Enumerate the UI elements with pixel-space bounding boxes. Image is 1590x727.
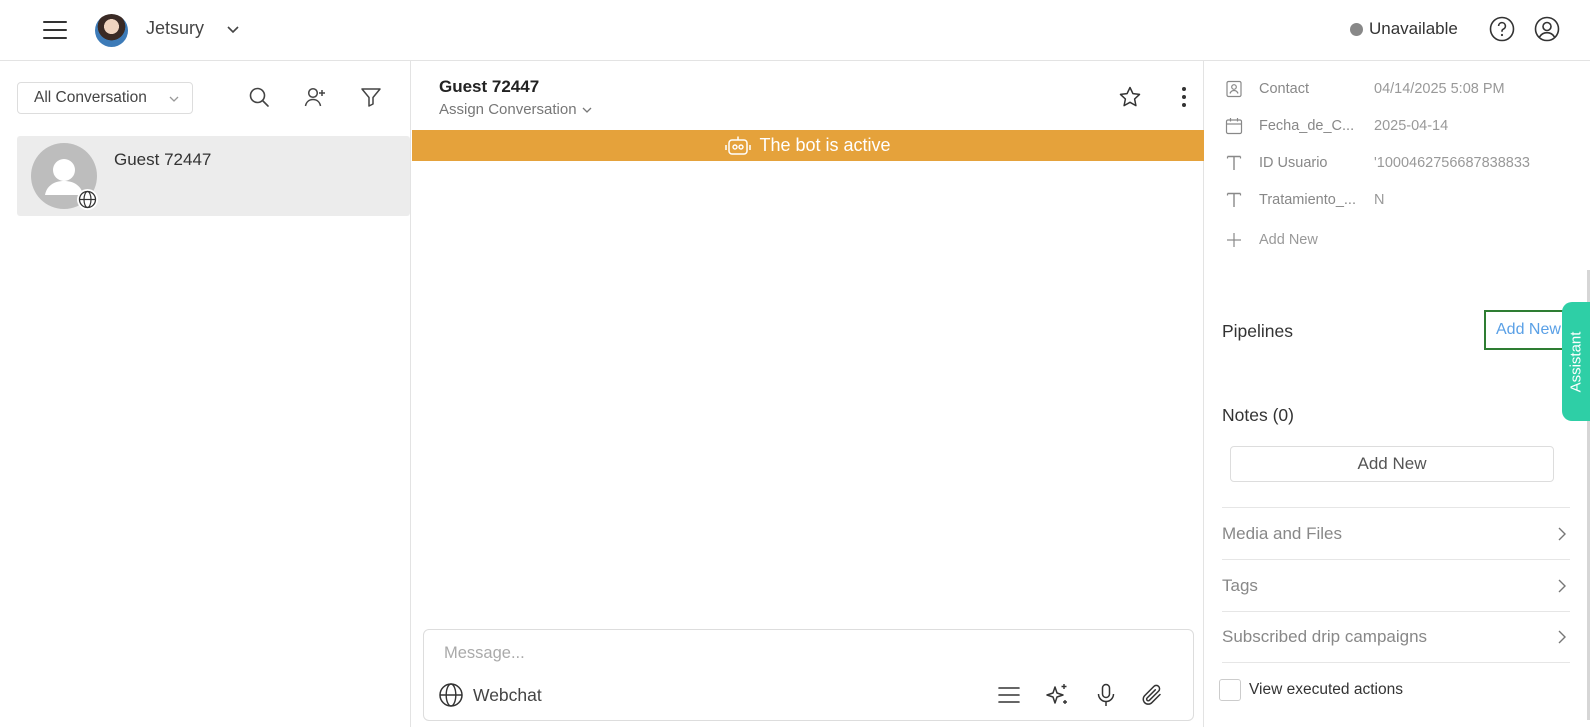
chevron-right-icon xyxy=(1558,579,1566,592)
contact-details-panel: Contact 04/14/2025 5:08 PM Fecha_de_C...… xyxy=(1205,61,1590,727)
chat-title: Guest 72447 xyxy=(439,77,540,96)
add-contact-icon[interactable] xyxy=(303,85,327,109)
attribute-value: '1000462756687838833 xyxy=(1374,155,1530,171)
conversation-list-item[interactable]: Guest 72447 xyxy=(17,136,410,216)
attachment-icon[interactable] xyxy=(1140,682,1166,708)
attribute-label: ID Usuario xyxy=(1259,155,1328,171)
attribute-label: Contact xyxy=(1259,81,1309,97)
text-type-icon xyxy=(1226,192,1242,207)
assign-conversation-dropdown[interactable]: Assign Conversation xyxy=(439,101,593,118)
conversation-filter-label: All Conversation xyxy=(34,89,147,106)
availability-status[interactable]: Unavailable xyxy=(1350,19,1458,39)
attribute-row[interactable]: Contact 04/14/2025 5:08 PM xyxy=(1225,77,1565,101)
chevron-down-icon[interactable] xyxy=(225,22,241,38)
section-label: Tags xyxy=(1222,575,1258,595)
top-bar: Jetsury Unavailable xyxy=(0,0,1590,61)
text-type-icon xyxy=(1226,155,1242,170)
robot-icon xyxy=(725,136,752,155)
media-files-section[interactable]: Media and Files xyxy=(1222,507,1570,559)
quick-replies-icon[interactable] xyxy=(996,682,1022,708)
chevron-right-icon xyxy=(1558,630,1566,644)
microphone-icon[interactable] xyxy=(1093,682,1119,708)
conversation-list-panel: All Conversation Guest 72447 xyxy=(0,61,411,727)
message-input[interactable] xyxy=(444,640,1144,666)
filter-icon[interactable] xyxy=(359,85,383,109)
assistant-tab[interactable]: Assistant xyxy=(1562,302,1590,421)
add-note-button[interactable]: Add New xyxy=(1230,446,1554,482)
attribute-row[interactable]: ID Usuario '1000462756687838833 xyxy=(1225,151,1565,175)
bot-active-banner: The bot is active xyxy=(412,130,1204,161)
attribute-label: Fecha_de_C... xyxy=(1259,118,1355,134)
status-dot xyxy=(1350,22,1363,36)
view-executed-actions: View executed actions xyxy=(1219,679,1403,701)
channel-selector[interactable]: Webchat xyxy=(438,682,542,708)
chevron-down-icon xyxy=(582,107,592,113)
attribute-row[interactable]: Tratamiento_... N xyxy=(1225,188,1565,212)
assistant-label: Assistant xyxy=(1567,331,1585,392)
add-attribute-label: Add New xyxy=(1259,232,1318,248)
attribute-row[interactable]: Fecha_de_C... 2025-04-14 xyxy=(1225,114,1565,138)
assign-conversation-label: Assign Conversation xyxy=(439,101,577,118)
star-icon[interactable] xyxy=(1118,85,1142,109)
attribute-value: 2025-04-14 xyxy=(1374,118,1449,134)
drip-campaigns-section[interactable]: Subscribed drip campaigns xyxy=(1222,611,1570,663)
conversation-name: Guest 72447 xyxy=(114,150,212,169)
section-label: Subscribed drip campaigns xyxy=(1222,627,1428,646)
more-options-icon[interactable] xyxy=(1172,85,1196,109)
menu-icon[interactable] xyxy=(42,18,68,42)
chevron-down-icon xyxy=(169,96,179,102)
attribute-label: Tratamiento_... xyxy=(1259,192,1356,208)
executed-actions-label: View executed actions xyxy=(1249,681,1403,698)
message-composer: Webchat xyxy=(423,629,1194,721)
globe-icon xyxy=(439,683,463,707)
chevron-right-icon xyxy=(1558,527,1566,540)
pipelines-title: Pipelines xyxy=(1222,321,1294,341)
attribute-value: 04/14/2025 5:08 PM xyxy=(1374,81,1505,97)
globe-icon xyxy=(77,189,98,210)
workspace-name[interactable]: Jetsury xyxy=(146,18,204,39)
bot-active-label: The bot is active xyxy=(759,135,891,155)
search-icon[interactable] xyxy=(247,85,271,109)
help-icon[interactable] xyxy=(1489,16,1515,42)
attribute-value: N xyxy=(1374,192,1385,208)
chat-panel: Guest 72447 Assign Conversation The bot … xyxy=(412,61,1204,727)
plus-icon xyxy=(1227,233,1241,247)
notes-title: Notes (0) xyxy=(1222,405,1294,425)
status-label: Unavailable xyxy=(1369,19,1458,38)
channel-label: Webchat xyxy=(473,684,542,705)
account-icon[interactable] xyxy=(1534,16,1560,42)
contact-card-icon xyxy=(1226,80,1242,98)
section-label: Media and Files xyxy=(1222,523,1343,543)
conversation-filter-select[interactable]: All Conversation xyxy=(17,82,193,114)
add-attribute-button[interactable]: Add New xyxy=(1225,231,1318,249)
executed-actions-checkbox[interactable] xyxy=(1219,679,1241,701)
ai-sparkle-icon[interactable] xyxy=(1044,682,1070,708)
calendar-icon xyxy=(1225,118,1243,135)
workspace-avatar[interactable] xyxy=(95,14,128,47)
tags-section[interactable]: Tags xyxy=(1222,559,1570,611)
